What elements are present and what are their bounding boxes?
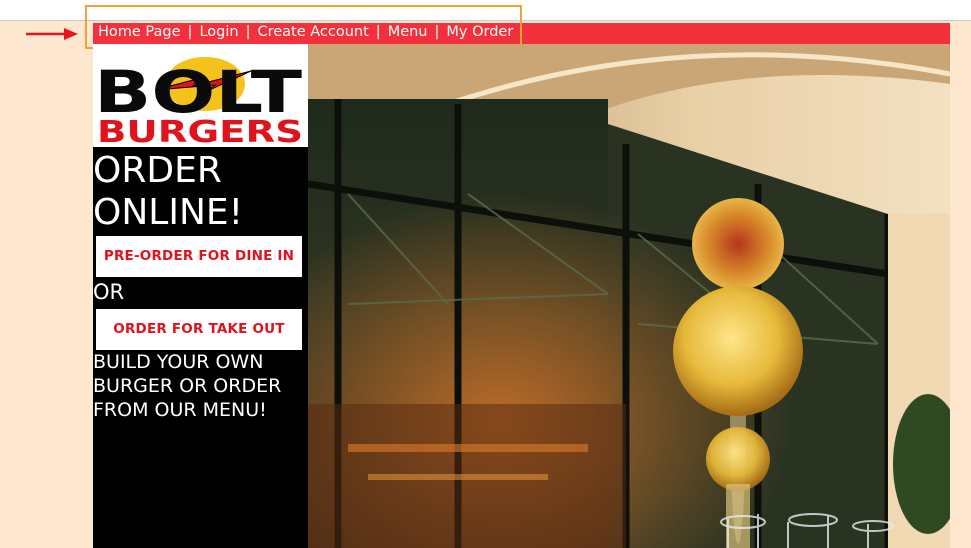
- heading-line: ONLINE!: [93, 192, 244, 233]
- order-online-heading: ORDER ONLINE!: [93, 150, 308, 234]
- logo-burgers-text: BURGERS: [97, 115, 303, 147]
- order-take-out-button[interactable]: ORDER FOR TAKE OUT: [96, 309, 302, 350]
- build-text-line: BURGER OR ORDER: [93, 375, 282, 397]
- preorder-dine-in-button[interactable]: PRE-ORDER FOR DINE IN: [96, 236, 302, 277]
- build-text-line: FROM OUR MENU!: [93, 399, 267, 421]
- nav-separator: |: [245, 24, 251, 40]
- order-sidebar: ORDER ONLINE! PRE-ORDER FOR DINE IN OR O…: [93, 147, 308, 548]
- nav-links: Home Page | Login | Create Account | Menu | My O…: [98, 24, 513, 40]
- browser-top-strip: [0, 0, 971, 21]
- nav-create-account[interactable]: Create Account: [257, 24, 368, 40]
- or-text: OR: [93, 280, 125, 304]
- nav-home-page[interactable]: Home Page: [98, 24, 181, 40]
- nav-separator: |: [187, 24, 193, 40]
- heading-line: ORDER: [93, 150, 222, 191]
- restaurant-interior-photo: [308, 44, 950, 548]
- right-margin: [950, 44, 971, 548]
- red-arrow-annotation-icon: [26, 28, 78, 40]
- bolt-burgers-logo[interactable]: BOLT BURGERS: [93, 44, 308, 147]
- build-text-line: BUILD YOUR OWN: [93, 351, 264, 373]
- nav-separator: |: [375, 24, 381, 40]
- logo-graphic: BOLT BURGERS: [93, 44, 308, 147]
- nav-separator: |: [434, 24, 440, 40]
- top-navigation-bar: Home Page | Login | Create Account | Menu | My O…: [93, 23, 950, 44]
- nav-my-order[interactable]: My Order: [446, 24, 513, 40]
- nav-login[interactable]: Login: [199, 24, 238, 40]
- nav-menu[interactable]: Menu: [388, 24, 428, 40]
- build-your-own-text: BUILD YOUR OWN BURGER OR ORDER FROM OUR …: [93, 350, 308, 422]
